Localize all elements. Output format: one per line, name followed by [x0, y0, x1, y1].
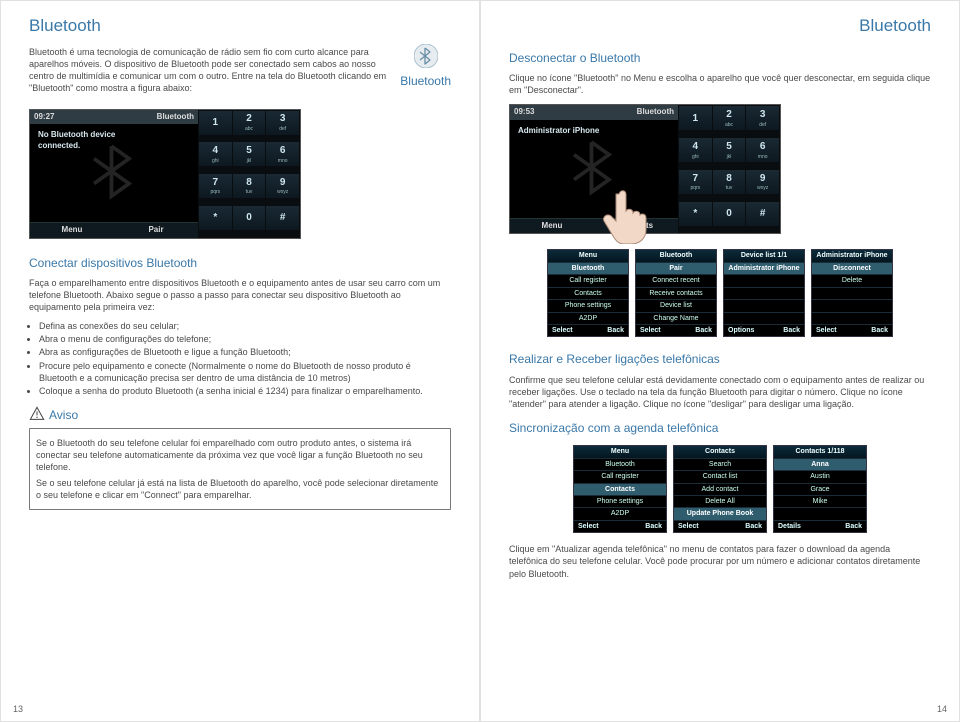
keypad-key[interactable]: 4ghi — [679, 138, 712, 162]
menu-softkey-left[interactable]: Select — [552, 326, 573, 335]
menu-box: MenuBluetoothCall registerContactsPhone … — [547, 249, 629, 337]
menu-softkey-right[interactable]: Back — [695, 326, 712, 335]
bluetooth-badge-label: Bluetooth — [400, 73, 451, 89]
menu-softkey-left[interactable]: Select — [640, 326, 661, 335]
keypad-key[interactable]: 4ghi — [199, 142, 232, 166]
menu-box: Contacts 1/118AnnaAustinGraceMike Detail… — [773, 445, 867, 533]
keypad-key[interactable]: 3def — [746, 106, 779, 130]
keypad-key[interactable]: 3def — [266, 111, 299, 135]
keypad-key[interactable]: 6mno — [266, 142, 299, 166]
softkey-contacts[interactable]: Contacts — [594, 221, 678, 232]
warning-icon — [29, 406, 45, 425]
menu-box: Administrator iPhoneDisconnectDelete Sel… — [811, 249, 893, 337]
disconnect-para: Clique no ícone "Bluetooth" no Menu e es… — [509, 72, 931, 96]
bluetooth-badge: Bluetooth — [400, 44, 451, 89]
menu-box: MenuBluetoothCall registerContactsPhone … — [573, 445, 667, 533]
menu-softkey-right[interactable]: Back — [645, 522, 662, 531]
keypad-key[interactable]: 9wxyz — [266, 174, 299, 198]
bluetooth-watermark-icon — [564, 137, 624, 201]
keypad-key[interactable]: # — [266, 206, 299, 230]
softkey-menu[interactable]: Menu — [30, 225, 114, 236]
connect-intro: Faça o emparelhamento entre dispositivos… — [29, 277, 451, 313]
keypad-key[interactable]: 0 — [233, 206, 266, 230]
keypad-key[interactable]: 8tuv — [713, 170, 746, 194]
menu-softkey-right[interactable]: Back — [871, 326, 888, 335]
device-mock-connected: 09:53Bluetooth Administrator iPhone Menu… — [509, 104, 781, 234]
connect-steps: Defina as conexões do seu celular;Abra o… — [29, 319, 451, 398]
intro-paragraph: Bluetooth é uma tecnologia de comunicaçã… — [29, 46, 388, 95]
menu-softkey-left[interactable]: Select — [578, 522, 599, 531]
menu-box: BluetoothPairConnect recentReceive conta… — [635, 249, 717, 337]
keypad-key[interactable]: * — [679, 202, 712, 226]
device-mock-no-device: 09:27Bluetooth No Bluetooth device conne… — [29, 109, 301, 239]
menu-box: ContactsSearchContact listAdd contactDel… — [673, 445, 767, 533]
bluetooth-watermark-icon — [84, 141, 144, 205]
keypad-key[interactable]: 1 — [679, 106, 712, 130]
realizar-para: Confirme que seu telefone celular está d… — [509, 374, 931, 410]
menu-sequence-top: MenuBluetoothCall registerContactsPhone … — [509, 249, 931, 337]
connect-title: Conectar dispositivos Bluetooth — [29, 255, 451, 271]
header-right: Bluetooth — [509, 15, 931, 38]
softkey-pair[interactable]: Pair — [114, 225, 198, 236]
aviso-box: Se o Bluetooth do seu telefone celular f… — [29, 428, 451, 510]
menu-softkey-right[interactable]: Back — [783, 326, 800, 335]
keypad-key[interactable]: 2abc — [233, 111, 266, 135]
keypad-key[interactable]: 5jkl — [713, 138, 746, 162]
keypad: 12abc3def 4ghi5jkl6mno 7pqrs8tuv9wxyz *0# — [678, 105, 780, 233]
keypad-key[interactable]: 6mno — [746, 138, 779, 162]
keypad-key[interactable]: 9wxyz — [746, 170, 779, 194]
header-left: Bluetooth — [29, 15, 451, 38]
sync-para: Clique em "Atualizar agenda telefônica" … — [509, 543, 931, 579]
aviso-label: Aviso — [49, 407, 78, 423]
menu-sequence-bottom: MenuBluetoothCall registerContactsPhone … — [509, 445, 931, 533]
page-number-right: 14 — [937, 703, 947, 715]
keypad-key[interactable]: 8tuv — [233, 174, 266, 198]
menu-softkey-left[interactable]: Select — [816, 326, 837, 335]
menu-softkey-right[interactable]: Back — [607, 326, 624, 335]
keypad-key[interactable]: # — [746, 202, 779, 226]
sync-title: Sincronização com a agenda telefônica — [509, 420, 931, 436]
menu-box: Device list 1/1Administrator iPhone Opti… — [723, 249, 805, 337]
keypad-key[interactable]: 5jkl — [233, 142, 266, 166]
menu-softkey-left[interactable]: Select — [678, 522, 699, 531]
disconnect-title: Desconectar o Bluetooth — [509, 50, 931, 66]
page-number-left: 13 — [13, 703, 23, 715]
keypad-key[interactable]: 0 — [713, 202, 746, 226]
menu-softkey-right[interactable]: Back — [845, 522, 862, 531]
menu-softkey-left[interactable]: Options — [728, 326, 754, 335]
menu-softkey-left[interactable]: Details — [778, 522, 801, 531]
keypad-key[interactable]: 2abc — [713, 106, 746, 130]
keypad-key[interactable]: 1 — [199, 111, 232, 135]
keypad-key[interactable]: 7pqrs — [679, 170, 712, 194]
bluetooth-icon — [414, 44, 438, 72]
softkey-menu[interactable]: Menu — [510, 221, 594, 232]
keypad: 12abc3def 4ghi5jkl6mno 7pqrs8tuv9wxyz *0# — [198, 110, 300, 238]
keypad-key[interactable]: 7pqrs — [199, 174, 232, 198]
menu-softkey-right[interactable]: Back — [745, 522, 762, 531]
realizar-title: Realizar e Receber ligações telefônicas — [509, 351, 931, 367]
keypad-key[interactable]: * — [199, 206, 232, 230]
